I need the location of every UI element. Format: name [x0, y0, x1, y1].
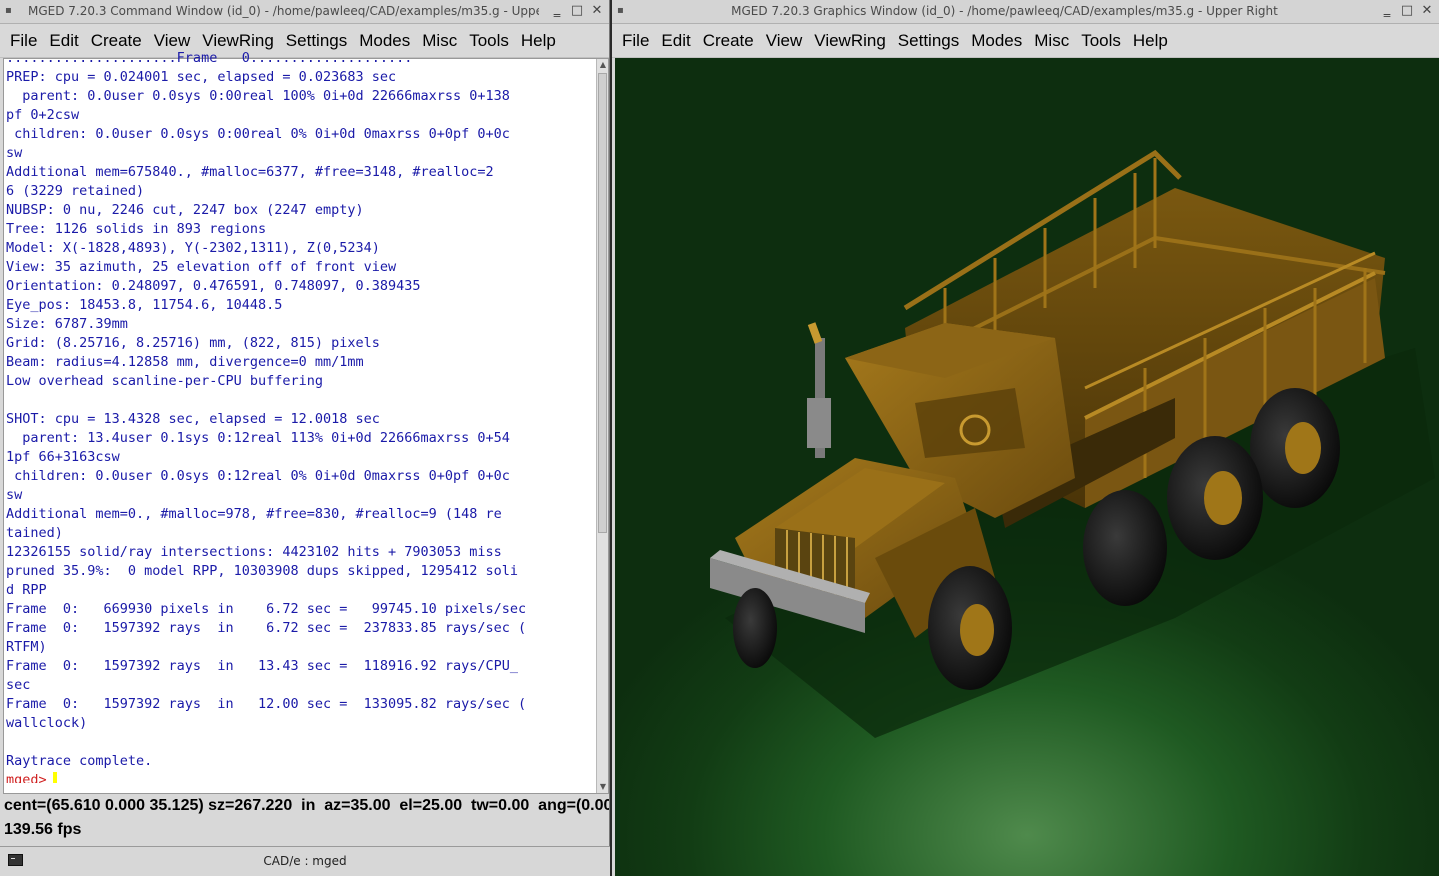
front-wheel-far [733, 588, 777, 668]
console-line: sw [6, 487, 23, 503]
console-line: Frame 0: 1597392 rays in 6.72 sec = 2378… [6, 620, 527, 636]
console-line: RTFM) [6, 639, 47, 655]
menu-viewring[interactable]: ViewRing [808, 31, 892, 51]
scroll-down-icon[interactable]: ▼ [597, 781, 609, 793]
window-menu-icon[interactable]: ▪ [5, 6, 17, 16]
maximize-icon[interactable]: □ [1399, 2, 1415, 20]
graphics-window-title: MGED 7.20.3 Graphics Window (id_0) - /ho… [731, 4, 1278, 18]
console-line: Frame 0: 1597392 rays in 13.43 sec = 118… [6, 658, 519, 674]
graphics-window: ▪ MGED 7.20.3 Graphics Window (id_0) - /… [612, 0, 1439, 876]
command-window-titlebar[interactable]: ▪ MGED 7.20.3 Command Window (id_0) - /h… [0, 0, 609, 24]
maximize-icon[interactable]: □ [569, 2, 585, 20]
menu-modes[interactable]: Modes [353, 31, 416, 51]
console-line: Raytrace complete. [6, 753, 153, 769]
console-line: tained) [6, 525, 63, 541]
console-line: NUBSP: 0 nu, 2246 cut, 2247 box (2247 em… [6, 202, 364, 218]
console-line: 12326155 solid/ray intersections: 442310… [6, 544, 502, 560]
console-line: Eye_pos: 18453.8, 11754.6, 10448.5 [6, 297, 283, 313]
console-line: children: 0.0user 0.0sys 0:12real 0% 0i+… [6, 468, 510, 484]
menu-misc[interactable]: Misc [1028, 31, 1075, 51]
menu-help[interactable]: Help [1127, 31, 1174, 51]
menu-settings[interactable]: Settings [280, 31, 353, 51]
menu-view[interactable]: View [148, 31, 197, 51]
menu-edit[interactable]: Edit [655, 31, 696, 51]
console-line: PREP: cpu = 0.024001 sec, elapsed = 0.02… [6, 69, 397, 85]
console-line: Grid: (8.25716, 8.25716) mm, (822, 815) … [6, 335, 380, 351]
menu-create[interactable]: Create [697, 31, 760, 51]
console-line: pruned 35.9%: 0 model RPP, 10303908 dups… [6, 563, 519, 579]
close-icon[interactable]: ✕ [1419, 2, 1435, 20]
console-line: 1pf 66+3163csw [6, 449, 120, 465]
minimize-icon[interactable]: ‗ [549, 2, 565, 20]
menu-settings[interactable]: Settings [892, 31, 965, 51]
console-line: 6 (3229 retained) [6, 183, 145, 199]
console-line: d RPP [6, 582, 47, 598]
console-scrollbar[interactable]: ▲ ▼ [596, 59, 608, 793]
console-line: Additional mem=675840., #malloc=6377, #f… [6, 164, 494, 180]
graphics-window-menubar: File Edit Create View ViewRing Settings … [612, 24, 1439, 58]
menu-file[interactable]: File [4, 31, 43, 51]
menu-tools[interactable]: Tools [463, 31, 515, 51]
view-status-line: cent=(65.610 0.000 35.125) sz=267.220 in… [4, 797, 610, 814]
console-line: Tree: 1126 solids in 893 regions [6, 221, 267, 237]
console-line: children: 0.0user 0.0sys 0:00real 0% 0i+… [6, 126, 510, 142]
menu-edit[interactable]: Edit [43, 31, 84, 51]
console-line: Additional mem=0., #malloc=978, #free=83… [6, 506, 502, 522]
console-line: .....................Frame 0............… [6, 50, 413, 66]
taskbar[interactable]: CAD/e : mged [0, 846, 610, 876]
menu-create[interactable]: Create [85, 31, 148, 51]
console-line: SHOT: cpu = 13.4328 sec, elapsed = 12.00… [6, 411, 380, 427]
menu-tools[interactable]: Tools [1075, 31, 1127, 51]
window-menu-icon[interactable]: ▪ [617, 6, 629, 16]
command-prompt: mged> [6, 772, 47, 783]
raytrace-viewport[interactable] [615, 58, 1439, 876]
console-line: parent: 0.0user 0.0sys 0:00real 100% 0i+… [6, 88, 510, 104]
minimize-icon[interactable]: ‗ [1379, 2, 1395, 20]
console-line: Frame 0: 1597392 rays in 12.00 sec = 133… [6, 696, 527, 712]
truck-render [710, 149, 1435, 738]
menu-modes[interactable]: Modes [965, 31, 1028, 51]
console-line: Frame 0: 669930 pixels in 6.72 sec = 997… [6, 601, 527, 617]
menu-file[interactable]: File [616, 31, 655, 51]
console-line: Size: 6787.39mm [6, 316, 128, 332]
menu-view[interactable]: View [760, 31, 809, 51]
graphics-window-titlebar[interactable]: ▪ MGED 7.20.3 Graphics Window (id_0) - /… [612, 0, 1439, 24]
text-cursor [52, 772, 57, 783]
console-line: Model: X(-1828,4893), Y(-2302,1311), Z(0… [6, 240, 380, 256]
taskbar-label[interactable]: CAD/e : mged [0, 854, 610, 868]
fps-readout: 139.56 fps [4, 821, 82, 838]
menu-help[interactable]: Help [515, 31, 562, 51]
menu-viewring[interactable]: ViewRing [196, 31, 280, 51]
console-line: sw [6, 145, 23, 161]
console-line: Orientation: 0.248097, 0.476591, 0.74809… [6, 278, 421, 294]
console-output[interactable]: .....................Frame 0............… [4, 49, 596, 783]
menu-misc[interactable]: Misc [416, 31, 463, 51]
command-prompt-line[interactable]: mged> [6, 771, 596, 783]
command-window: ▪ MGED 7.20.3 Command Window (id_0) - /h… [0, 0, 610, 846]
console-line: Beam: radius=4.12858 mm, divergence=0 mm… [6, 354, 364, 370]
rear-wheel-near [1083, 490, 1167, 606]
console-line: Low overhead scanline-per-CPU buffering [6, 373, 323, 389]
close-icon[interactable]: ✕ [589, 2, 605, 20]
scrollbar-thumb[interactable] [598, 73, 607, 533]
command-window-title: MGED 7.20.3 Command Window (id_0) - /hom… [28, 4, 539, 18]
console-line: pf 0+2csw [6, 107, 80, 123]
console-line: parent: 13.4user 0.1sys 0:12real 113% 0i… [6, 430, 510, 446]
console-line: wallclock) [6, 715, 88, 731]
console-panel[interactable]: .....................Frame 0............… [3, 50, 609, 794]
console-line: sec [6, 677, 31, 693]
scroll-up-icon[interactable]: ▲ [597, 59, 609, 71]
console-line: View: 35 azimuth, 25 elevation off of fr… [6, 259, 397, 275]
